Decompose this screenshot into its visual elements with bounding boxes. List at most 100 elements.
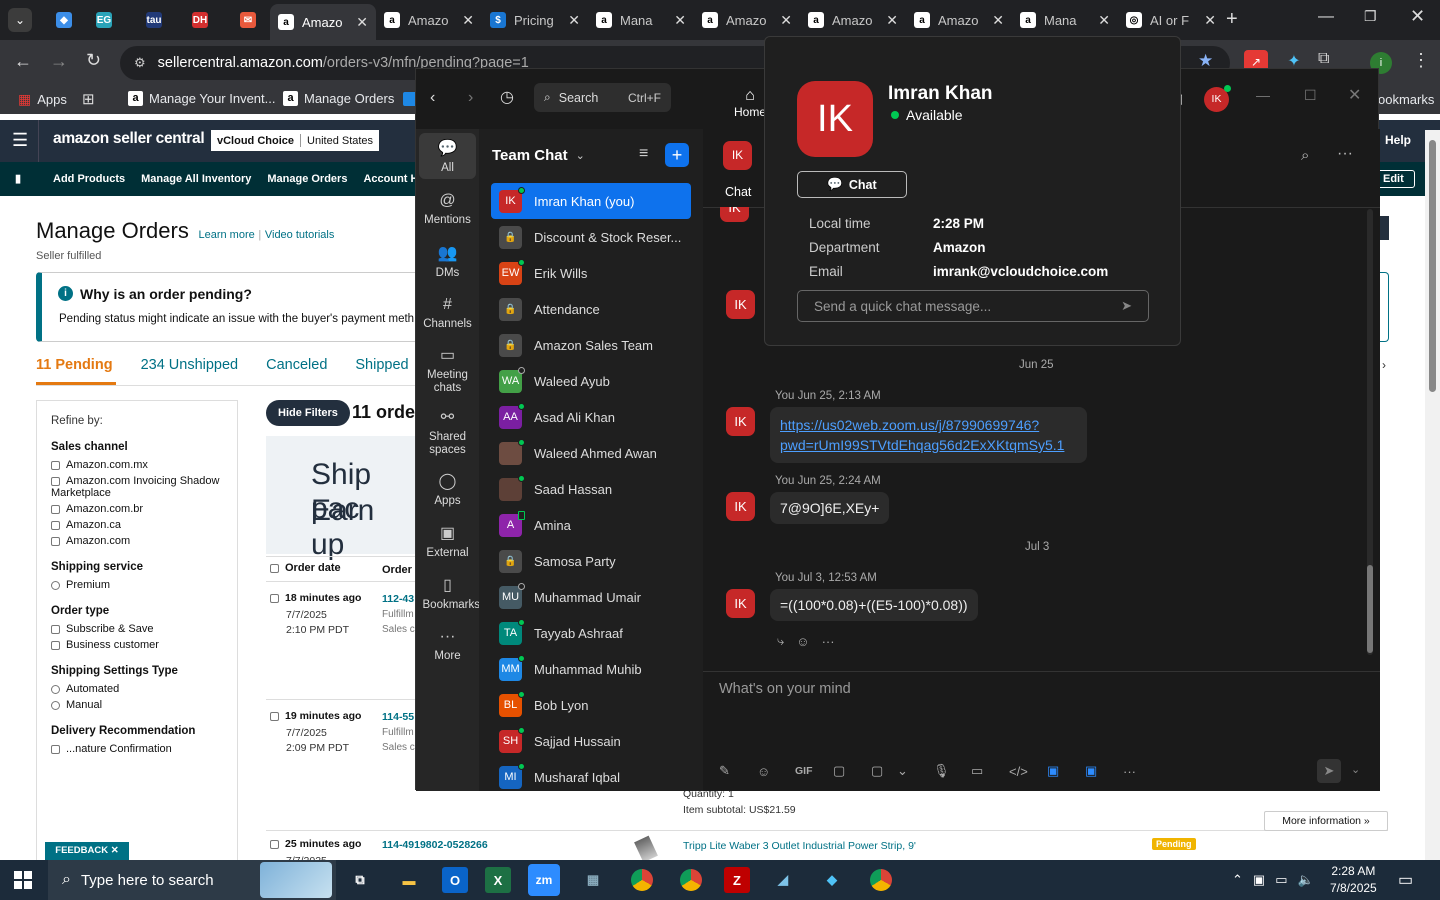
- rail-external[interactable]: ▣ External: [416, 515, 479, 567]
- chat-tab[interactable]: Chat: [725, 185, 751, 199]
- send-options-icon[interactable]: ⌄: [1351, 763, 1360, 776]
- filezilla-icon[interactable]: Z: [724, 867, 750, 893]
- chat-list-item[interactable]: WA Waleed Ayub: [479, 363, 703, 399]
- chrome-app-icon[interactable]: [865, 864, 897, 896]
- rail-channels[interactable]: # Channels: [416, 287, 479, 339]
- chat-search-icon[interactable]: ⌕: [1301, 147, 1309, 164]
- tab-close-icon[interactable]: ✕: [462, 12, 474, 29]
- help-link[interactable]: Help: [1385, 133, 1411, 147]
- browser-tab[interactable]: a Amazo ✕: [694, 6, 800, 34]
- close-window-icon[interactable]: ✕: [1410, 6, 1425, 27]
- profile-chat-button[interactable]: 💬 Chat: [797, 171, 907, 198]
- order-id-link[interactable]: 112-43: [382, 593, 414, 605]
- zoom-profile-avatar[interactable]: IK: [1204, 85, 1231, 112]
- rail-meeting-chats[interactable]: ▭ Meeting chats: [416, 339, 479, 401]
- rail-shared-spaces[interactable]: ⚯ Shared spaces: [416, 401, 479, 463]
- taskbar-search-box[interactable]: ⌕ Type here to search: [48, 860, 336, 900]
- nav-add-products[interactable]: Add Products: [53, 173, 125, 185]
- tab-close-icon[interactable]: ✕: [886, 12, 898, 29]
- chat-list-item[interactable]: 🔒 Attendance: [479, 291, 703, 327]
- chat-list-item[interactable]: IK Imran Khan (you): [491, 183, 691, 219]
- filter-option[interactable]: Amazon.com.mx: [51, 459, 223, 471]
- notification-icon[interactable]: ▭: [1398, 870, 1413, 890]
- message-composer[interactable]: What's on your mind: [719, 681, 851, 697]
- chat-list-item[interactable]: TA Tayyab Ashraaf: [479, 615, 703, 651]
- zoom-history-icon[interactable]: ◷: [500, 87, 514, 107]
- zoom-close-icon[interactable]: ✕: [1348, 85, 1361, 105]
- tab-close-icon[interactable]: ✕: [356, 14, 368, 31]
- bookmark-manage-orders[interactable]: a Manage Orders: [283, 91, 394, 106]
- checkbox[interactable]: [51, 476, 60, 486]
- bookmark-apps[interactable]: ▦ Apps: [18, 91, 67, 108]
- filter-option[interactable]: Premium: [51, 579, 223, 591]
- file-icon[interactable]: ▢: [833, 763, 871, 779]
- restore-icon[interactable]: ❐: [1364, 8, 1377, 25]
- feedback-button[interactable]: FEEDBACK ✕: [45, 842, 129, 860]
- select-all-checkbox[interactable]: [270, 563, 279, 573]
- tab-close-icon[interactable]: ✕: [1204, 12, 1216, 29]
- chat-list-item[interactable]: AA Asad Ali Khan: [479, 399, 703, 435]
- filter-icon[interactable]: ≡: [639, 145, 648, 163]
- order-id-link[interactable]: 114-4919802-0528266: [382, 839, 488, 851]
- rail-all[interactable]: 💬 All: [419, 133, 476, 179]
- tab-close-icon[interactable]: ✕: [992, 12, 1004, 29]
- product-title-link[interactable]: Tripp Lite Waber 3 Outlet Industrial Pow…: [683, 840, 916, 852]
- chat-header-avatar[interactable]: IK: [723, 141, 752, 170]
- col-order-date[interactable]: Order date: [270, 562, 341, 574]
- bookmark-icon[interactable]: ▮: [15, 172, 21, 185]
- team-chat-title[interactable]: Team Chat: [492, 147, 568, 164]
- site-info-icon[interactable]: ⚙: [134, 55, 146, 71]
- windows-start-icon[interactable]: [14, 871, 32, 889]
- checkbox[interactable]: [51, 504, 60, 514]
- chat-more-icon[interactable]: ···: [1337, 145, 1353, 163]
- chat-list-item[interactable]: MM Muhammad Muhib: [479, 651, 703, 687]
- video-message-icon[interactable]: ▭: [971, 763, 1009, 779]
- minimize-icon[interactable]: —: [1318, 8, 1334, 26]
- filter-option[interactable]: Amazon.com.br: [51, 503, 223, 515]
- app-icon[interactable]: ▣: [1047, 763, 1085, 779]
- new-tab-icon[interactable]: +: [1226, 8, 1238, 31]
- radio-button[interactable]: [51, 684, 60, 694]
- checkbox[interactable]: [51, 624, 60, 634]
- back-icon[interactable]: ←: [14, 51, 32, 72]
- radio-button[interactable]: [51, 580, 60, 590]
- order-id-link[interactable]: 114-55: [382, 711, 414, 723]
- chrome-profile-icon[interactable]: [675, 864, 707, 896]
- profile-field-value[interactable]: imrank@vcloudchoice.com: [933, 264, 1108, 279]
- filter-option[interactable]: ...nature Confirmation: [51, 743, 223, 755]
- chat-list-item[interactable]: 🔒 Amazon Sales Team: [479, 327, 703, 363]
- shipping-banner[interactable]: Ship pac Earn up: [266, 436, 416, 561]
- extensions-puzzle-icon[interactable]: ⧉: [1318, 50, 1329, 68]
- send-icon[interactable]: ➤: [1317, 759, 1341, 783]
- radio-button[interactable]: [51, 700, 60, 710]
- browser-tab[interactable]: ◎ AI or F ✕: [1118, 6, 1224, 34]
- calculator-icon[interactable]: ▦: [577, 864, 609, 896]
- chrome-icon[interactable]: [626, 864, 658, 896]
- tab-close-icon[interactable]: ✕: [780, 12, 792, 29]
- tab-close-icon[interactable]: ✕: [1098, 12, 1110, 29]
- tab-shipped[interactable]: Shipped: [355, 357, 408, 373]
- checkbox[interactable]: [51, 520, 60, 530]
- browser-tab[interactable]: ◆: [48, 6, 86, 34]
- reload-icon[interactable]: ↻: [86, 50, 101, 71]
- profile-field-value[interactable]: Amazon: [933, 240, 986, 255]
- volume-icon[interactable]: 🔈: [1298, 872, 1314, 888]
- nav-manage-inventory[interactable]: Manage All Inventory: [141, 173, 251, 185]
- more-icon[interactable]: ···: [1123, 764, 1161, 779]
- browser-tab[interactable]: DH: [184, 6, 222, 34]
- filter-option[interactable]: Business customer: [51, 639, 223, 651]
- zoom-forward-icon[interactable]: ›: [468, 89, 473, 107]
- screenshot-options-icon[interactable]: ⌄: [897, 763, 933, 779]
- tray-chevron-icon[interactable]: ⌃: [1232, 872, 1243, 888]
- quick-chat-input[interactable]: Send a quick chat message... ➤: [797, 290, 1149, 322]
- chat-list-item[interactable]: 🔒 Discount & Stock Reser...: [479, 219, 703, 255]
- tab-close-icon[interactable]: ✕: [674, 12, 686, 29]
- clock-date[interactable]: 7/8/2025: [1330, 880, 1377, 897]
- order-checkbox[interactable]: [270, 711, 279, 721]
- forward-icon[interactable]: →: [50, 51, 68, 72]
- clock-time[interactable]: 2:28 AM: [1330, 863, 1377, 880]
- task-view-icon[interactable]: ⧉: [344, 864, 376, 896]
- browser-tab[interactable]: a Amazo ✕: [376, 6, 482, 34]
- gif-icon[interactable]: GIF: [795, 765, 833, 777]
- chat-list-item[interactable]: SH Sajjad Hussain: [479, 723, 703, 759]
